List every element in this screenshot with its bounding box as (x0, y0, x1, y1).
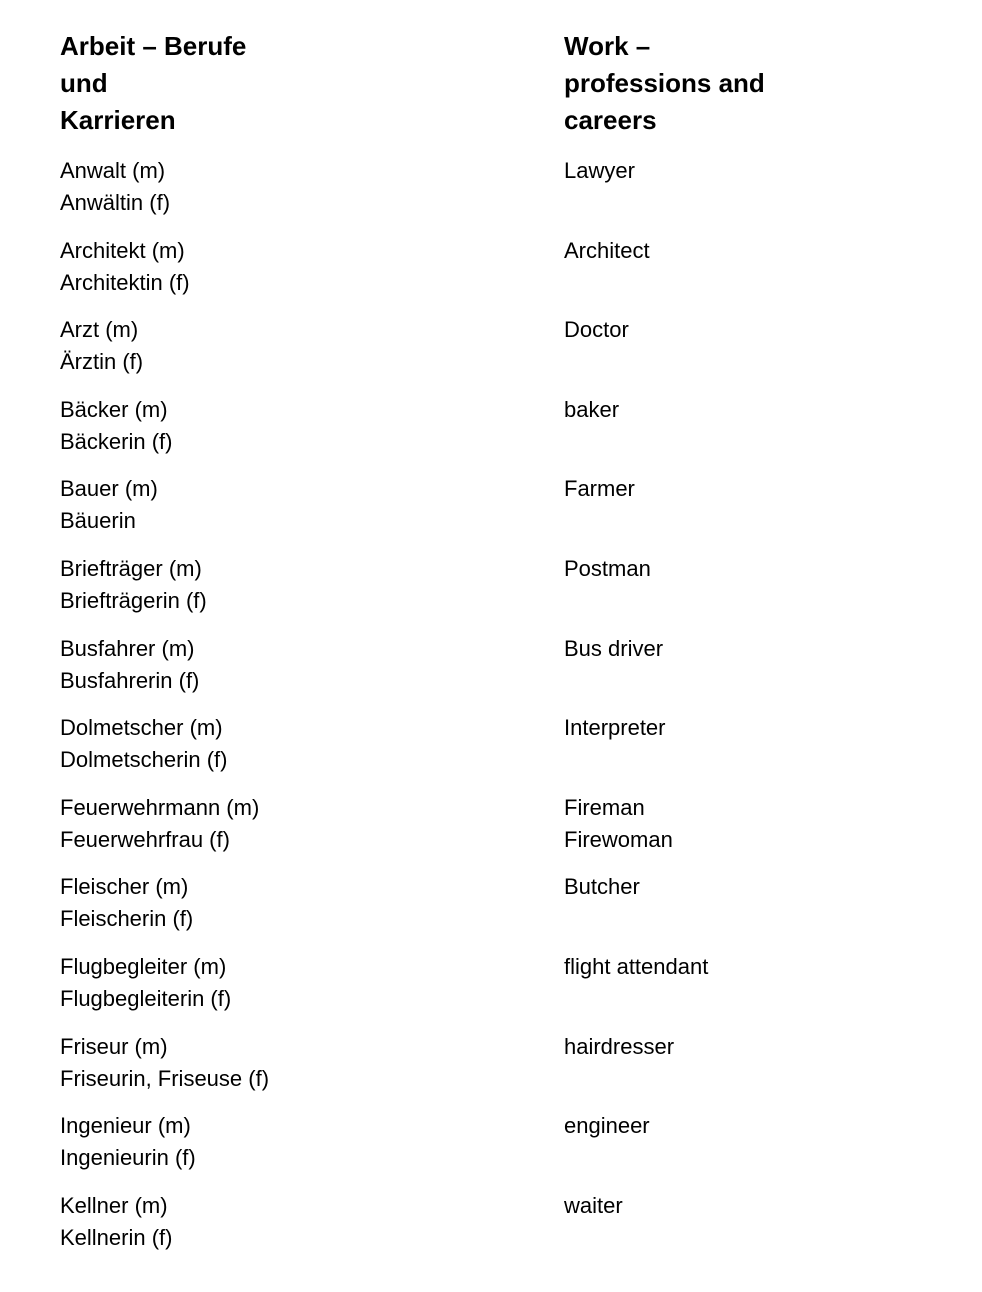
heading-line: und (60, 68, 108, 98)
english-entry: Postman (564, 553, 708, 617)
heading-line: Karrieren (60, 105, 176, 135)
german-entry: Busfahrer (m) Busfahrerin (f) (60, 633, 269, 697)
entry-line: Feuerwehrfrau (f) (60, 826, 230, 852)
heading-line: careers (564, 105, 657, 135)
entry-line: hairdresser (564, 1033, 675, 1059)
entry-line: Bäckerin (f) (60, 428, 173, 454)
german-entry: Architekt (m) Architektin (f) (60, 235, 269, 299)
entry-line: Feuerwehrmann (m) (60, 794, 260, 820)
entry-line: Fleischerin (f) (60, 906, 194, 932)
german-entry: Briefträger (m) Briefträgerin (f) (60, 553, 269, 617)
entry-line: Lawyer (564, 158, 635, 183)
entry-line: Butcher (564, 874, 640, 900)
english-entry: Doctor (564, 314, 708, 378)
english-entry: engineer (564, 1110, 708, 1174)
english-entry: Lawyer (564, 155, 708, 219)
entry-line: Anwalt (m) (60, 158, 166, 183)
entry-line: Friseur (m) (60, 1033, 168, 1059)
entry-line: Dolmetscher (m) (60, 715, 223, 741)
english-entry: Butcher (564, 871, 708, 935)
heading-line: professions and (564, 68, 765, 98)
english-entry: Fireman Firewoman (564, 792, 708, 856)
entry-line: Architekt (m) (60, 237, 185, 263)
heading-line: Arbeit – Berufe (60, 31, 247, 61)
german-entries: Anwalt (m) Anwältin (f) Architekt (m) Archi… (60, 155, 269, 1269)
german-entry: Feuerwehrmann (m) Feuerwehrfrau (f) (60, 792, 269, 856)
english-entry: Bus driver (564, 633, 708, 697)
entry-line: Bauer (m) (60, 476, 158, 502)
english-entry: Interpreter (564, 712, 708, 776)
entry-line: Kellnerin (f) (60, 1224, 173, 1250)
german-entry: Bauer (m) Bäuerin (60, 473, 269, 537)
entry-line: Ingenieur (m) (60, 1113, 191, 1139)
entry-line: Doctor (564, 317, 629, 343)
german-entry: Friseur (m) Friseurin, Friseuse (f) (60, 1031, 269, 1095)
entry-line: Postman (564, 555, 651, 581)
entry-line: Briefträgerin (f) (60, 587, 207, 613)
entry-line: Architect (564, 237, 650, 263)
entry-line: waiter (564, 1192, 623, 1218)
german-entry: Bäcker (m) Bäckerin (f) (60, 394, 269, 458)
english-heading: Work – professions and careers (564, 28, 765, 139)
entry-line: Friseurin, Friseuse (f) (60, 1065, 270, 1091)
entry-line: Briefträger (m) (60, 555, 202, 581)
german-entry: Fleischer (m) Fleischerin (f) (60, 871, 269, 935)
entry-line: Fleischer (m) (60, 874, 189, 900)
entry-line: Arzt (m) (60, 317, 139, 343)
english-entries: Lawyer Architect Doctor baker Farmer Postman B… (564, 155, 708, 1269)
entry-line: Busfahrer (m) (60, 635, 195, 661)
german-entry: Flugbegleiter (m) Flugbegleiterin (f) (60, 951, 269, 1015)
english-entry: hairdresser (564, 1031, 708, 1095)
entry-line: Architektin (f) (60, 269, 190, 295)
german-entry: Ingenieur (m) Ingenieurin (f) (60, 1110, 269, 1174)
entry-line: Fireman (564, 794, 645, 820)
german-entry: Anwalt (m) Anwältin (f) (60, 155, 269, 219)
english-entry: baker (564, 394, 708, 458)
entry-line: Interpreter (564, 715, 666, 741)
entry-line: Flugbegleiter (m) (60, 953, 227, 979)
english-entry: Farmer (564, 473, 708, 537)
entry-line: Firewoman (564, 826, 673, 852)
entry-line: Dolmetscherin (f) (60, 747, 228, 773)
entry-line: Bäuerin (60, 508, 136, 534)
heading-line: Work – (564, 31, 651, 61)
entry-line: Bus driver (564, 635, 664, 661)
entry-line: baker (564, 396, 620, 422)
entry-line: Busfahrerin (f) (60, 667, 200, 693)
entry-line: flight attendant (564, 953, 709, 979)
english-entry: Architect (564, 235, 708, 299)
german-entry: Dolmetscher (m) Dolmetscherin (f) (60, 712, 269, 776)
english-entry: waiter (564, 1190, 708, 1254)
german-entry: Arzt (m) Ärztin (f) (60, 314, 269, 378)
entry-line: Anwältin (f) (60, 190, 171, 215)
entry-line: Ärztin (f) (60, 349, 144, 375)
entry-line: Kellner (m) (60, 1192, 168, 1218)
entry-line: Ingenieurin (f) (60, 1145, 196, 1171)
entry-line: Bäcker (m) (60, 396, 168, 422)
german-heading: Arbeit – Berufe und Karrieren (60, 28, 246, 139)
entry-line: engineer (564, 1113, 650, 1139)
entry-line: Farmer (564, 476, 635, 502)
german-entry: Kellner (m) Kellnerin (f) (60, 1190, 269, 1254)
english-entry: flight attendant (564, 951, 708, 1015)
entry-line: Flugbegleiterin (f) (60, 985, 232, 1011)
